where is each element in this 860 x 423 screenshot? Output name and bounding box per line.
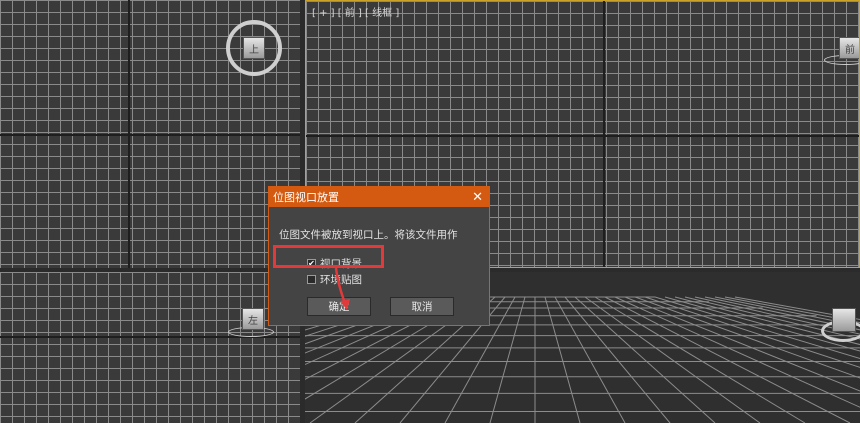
environment-map-label: 环境贴图 xyxy=(320,274,362,286)
dialog-message: 位图文件被放到视口上。将该文件用作 xyxy=(279,229,458,241)
viewcube-left[interactable]: 左 xyxy=(242,308,264,330)
viewcube-top[interactable]: 上 xyxy=(243,37,265,59)
grid-axis-vertical xyxy=(603,1,605,267)
close-icon[interactable]: ✕ xyxy=(472,191,483,204)
grid-axis-vertical xyxy=(128,0,130,268)
dialog-title: 位图视口放置 xyxy=(273,191,339,204)
annotation-highlight-box xyxy=(273,245,384,268)
environment-map-checkbox[interactable] xyxy=(307,275,316,284)
environment-map-option[interactable]: 环境贴图 xyxy=(307,272,362,287)
grid-axis-horizontal xyxy=(306,135,859,137)
dialog-titlebar[interactable]: 位图视口放置 ✕ xyxy=(269,187,489,207)
viewcube-left-label: 左 xyxy=(248,315,258,327)
viewcube-perspective[interactable] xyxy=(832,308,856,332)
viewcube-front[interactable]: 前 xyxy=(839,37,859,59)
cancel-button[interactable]: 取消 xyxy=(390,297,454,316)
viewcube-front-label: 前 xyxy=(845,44,855,56)
viewport-left[interactable]: 左 xyxy=(0,272,300,423)
grid-axis-horizontal xyxy=(0,134,300,136)
ok-button[interactable]: 确定 xyxy=(307,297,371,316)
viewport-front-label[interactable]: [ + ] [ 前 ] [ 线框 ] xyxy=(312,4,399,19)
viewcube-top-label: 上 xyxy=(249,44,259,56)
viewport-top[interactable]: 上 xyxy=(0,0,300,268)
